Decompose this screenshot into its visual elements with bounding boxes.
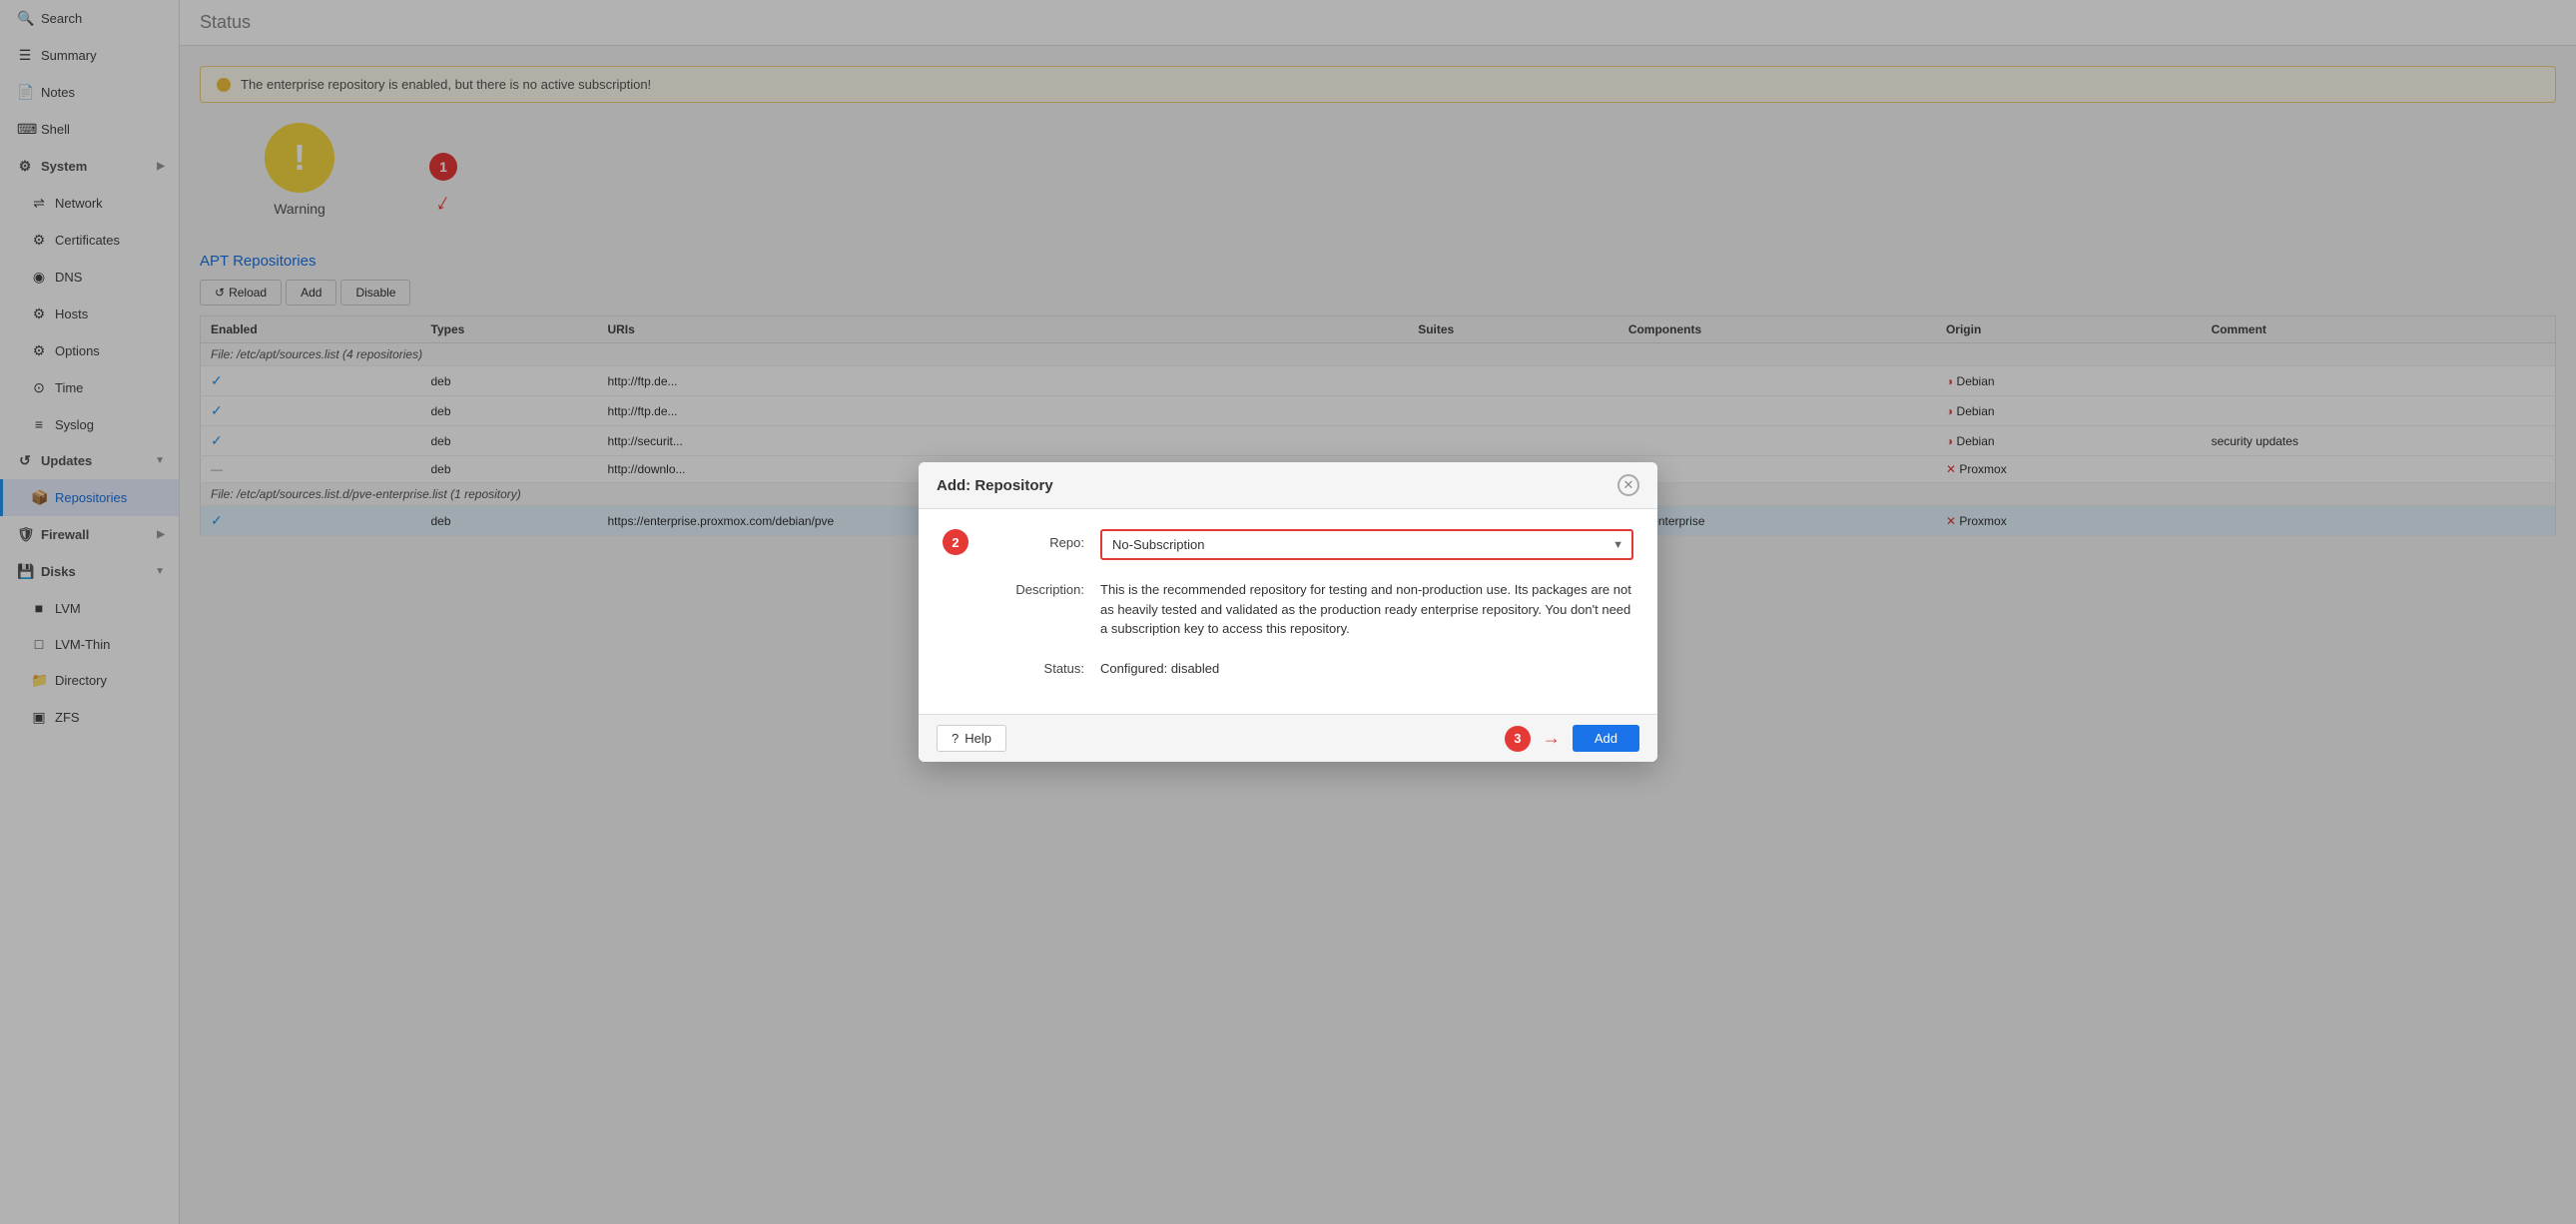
step3-arrow: → <box>1543 728 1561 749</box>
modal-overlay[interactable]: Add: Repository ✕ 2 Repo: No-Subscriptio… <box>0 0 2576 1224</box>
description-label: Description: <box>943 576 1084 597</box>
add-repository-modal: Add: Repository ✕ 2 Repo: No-Subscriptio… <box>919 462 1657 762</box>
repo-select-wrapper: No-Subscription Enterprise Test ▼ <box>1100 529 1633 560</box>
repo-form-row: 2 Repo: No-Subscription Enterprise Test … <box>943 529 1633 560</box>
question-mark-icon: ? <box>952 731 959 746</box>
step2-badge: 2 <box>943 529 968 555</box>
modal-close-button[interactable]: ✕ <box>1617 474 1639 496</box>
status-text: Configured: disabled <box>1100 655 1633 679</box>
modal-footer-right: 3 → Add <box>1505 725 1639 752</box>
description-form-row: Description: This is the recommended rep… <box>943 576 1633 639</box>
repo-label: Repo: <box>984 529 1084 550</box>
modal-body: 2 Repo: No-Subscription Enterprise Test … <box>919 509 1657 714</box>
help-button[interactable]: ? Help <box>937 725 1006 752</box>
status-form-row: Status: Configured: disabled <box>943 655 1633 679</box>
status-label: Status: <box>943 655 1084 676</box>
modal-header: Add: Repository ✕ <box>919 462 1657 509</box>
modal-title: Add: Repository <box>937 477 1053 494</box>
modal-footer: ? Help 3 → Add <box>919 714 1657 762</box>
modal-add-button[interactable]: Add <box>1573 725 1639 752</box>
description-text: This is the recommended repository for t… <box>1100 576 1633 639</box>
step3-badge: 3 <box>1505 726 1531 752</box>
repo-select[interactable]: No-Subscription Enterprise Test <box>1100 529 1633 560</box>
